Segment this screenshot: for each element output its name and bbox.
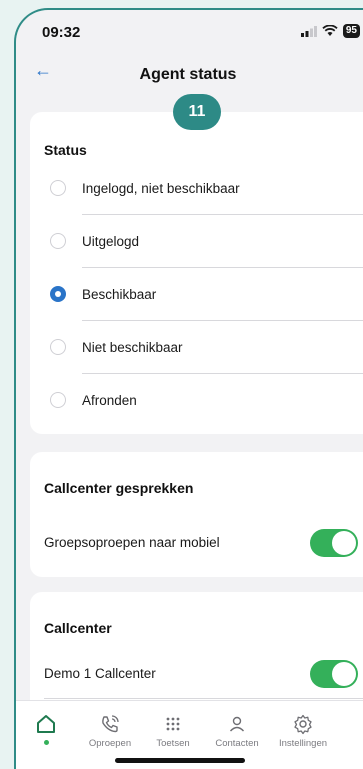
status-option-label: Afronden <box>82 392 137 408</box>
group-calls-row: Groepsoproepen naar mobiel <box>30 523 363 563</box>
callcenter-calls-title: Callcenter gesprekken <box>44 480 194 496</box>
status-option-label: Uitgelogd <box>82 233 140 249</box>
callcenter-title: Callcenter <box>44 620 112 636</box>
phone-icon <box>102 715 119 733</box>
radio-button[interactable] <box>50 233 66 249</box>
divider <box>44 698 363 699</box>
callcenter-row: Demo 1 Callcenter <box>30 654 363 694</box>
status-option-label: Niet beschikbaar <box>82 339 183 355</box>
step-badge: 11 <box>173 94 221 130</box>
phone-frame: 09:32 95 ← Agent status Status Ingelogd,… <box>14 8 363 769</box>
radio-button[interactable] <box>50 392 66 408</box>
status-time: 09:32 <box>42 24 81 41</box>
status-bar: 09:32 95 <box>16 10 363 54</box>
keypad-icon <box>166 717 180 731</box>
status-option[interactable]: Uitgelogd <box>30 215 363 267</box>
tab-instellingen[interactable]: Instellingen <box>270 713 336 749</box>
radio-button[interactable] <box>50 339 66 355</box>
tab-label: Toetsen <box>156 738 190 749</box>
callcenter-calls-card: Callcenter gesprekken Groepsoproepen naa… <box>30 452 363 577</box>
page-title: Agent status <box>139 66 237 83</box>
battery-indicator: 95 <box>342 24 360 38</box>
wifi-icon <box>322 25 338 36</box>
tab-label: Contacten <box>215 738 259 749</box>
status-option-label: Beschikbaar <box>82 286 157 302</box>
gear-icon <box>294 714 312 735</box>
status-card-title: Status <box>44 142 87 158</box>
status-option-label: Ingelogd, niet beschikbaar <box>82 180 240 196</box>
nav-header: ← Agent status <box>16 54 363 94</box>
status-icons: 95 <box>300 24 360 38</box>
radio-button-selected[interactable] <box>50 286 66 302</box>
group-calls-toggle[interactable] <box>310 529 358 557</box>
status-card: Status Ingelogd, niet beschikbaar Uitgel… <box>30 112 363 434</box>
home-indicator <box>115 758 245 763</box>
status-option[interactable]: Afronden <box>30 374 363 426</box>
person-icon <box>229 716 245 732</box>
radio-button[interactable] <box>50 180 66 196</box>
tab-contacten[interactable]: Contacten <box>204 713 270 749</box>
signal-icon <box>300 25 317 37</box>
status-option[interactable]: Beschikbaar <box>30 268 363 320</box>
callcenter-card: Callcenter Demo 1 Callcenter <box>30 592 363 712</box>
tab-toetsen[interactable]: Toetsen <box>140 713 206 749</box>
tab-oproepen[interactable]: Oproepen <box>77 713 143 749</box>
tab-label: Instellingen <box>278 738 328 749</box>
status-option[interactable]: Niet beschikbaar <box>30 321 363 373</box>
group-calls-label: Groepsoproepen naar mobiel <box>44 535 220 550</box>
callcenter-toggle[interactable] <box>310 660 358 688</box>
status-option[interactable]: Ingelogd, niet beschikbaar <box>30 162 363 214</box>
home-icon <box>37 715 55 733</box>
tab-label: Oproepen <box>88 738 132 749</box>
tab-home[interactable] <box>16 713 79 745</box>
callcenter-label: Demo 1 Callcenter <box>44 666 156 681</box>
active-indicator <box>43 740 49 745</box>
